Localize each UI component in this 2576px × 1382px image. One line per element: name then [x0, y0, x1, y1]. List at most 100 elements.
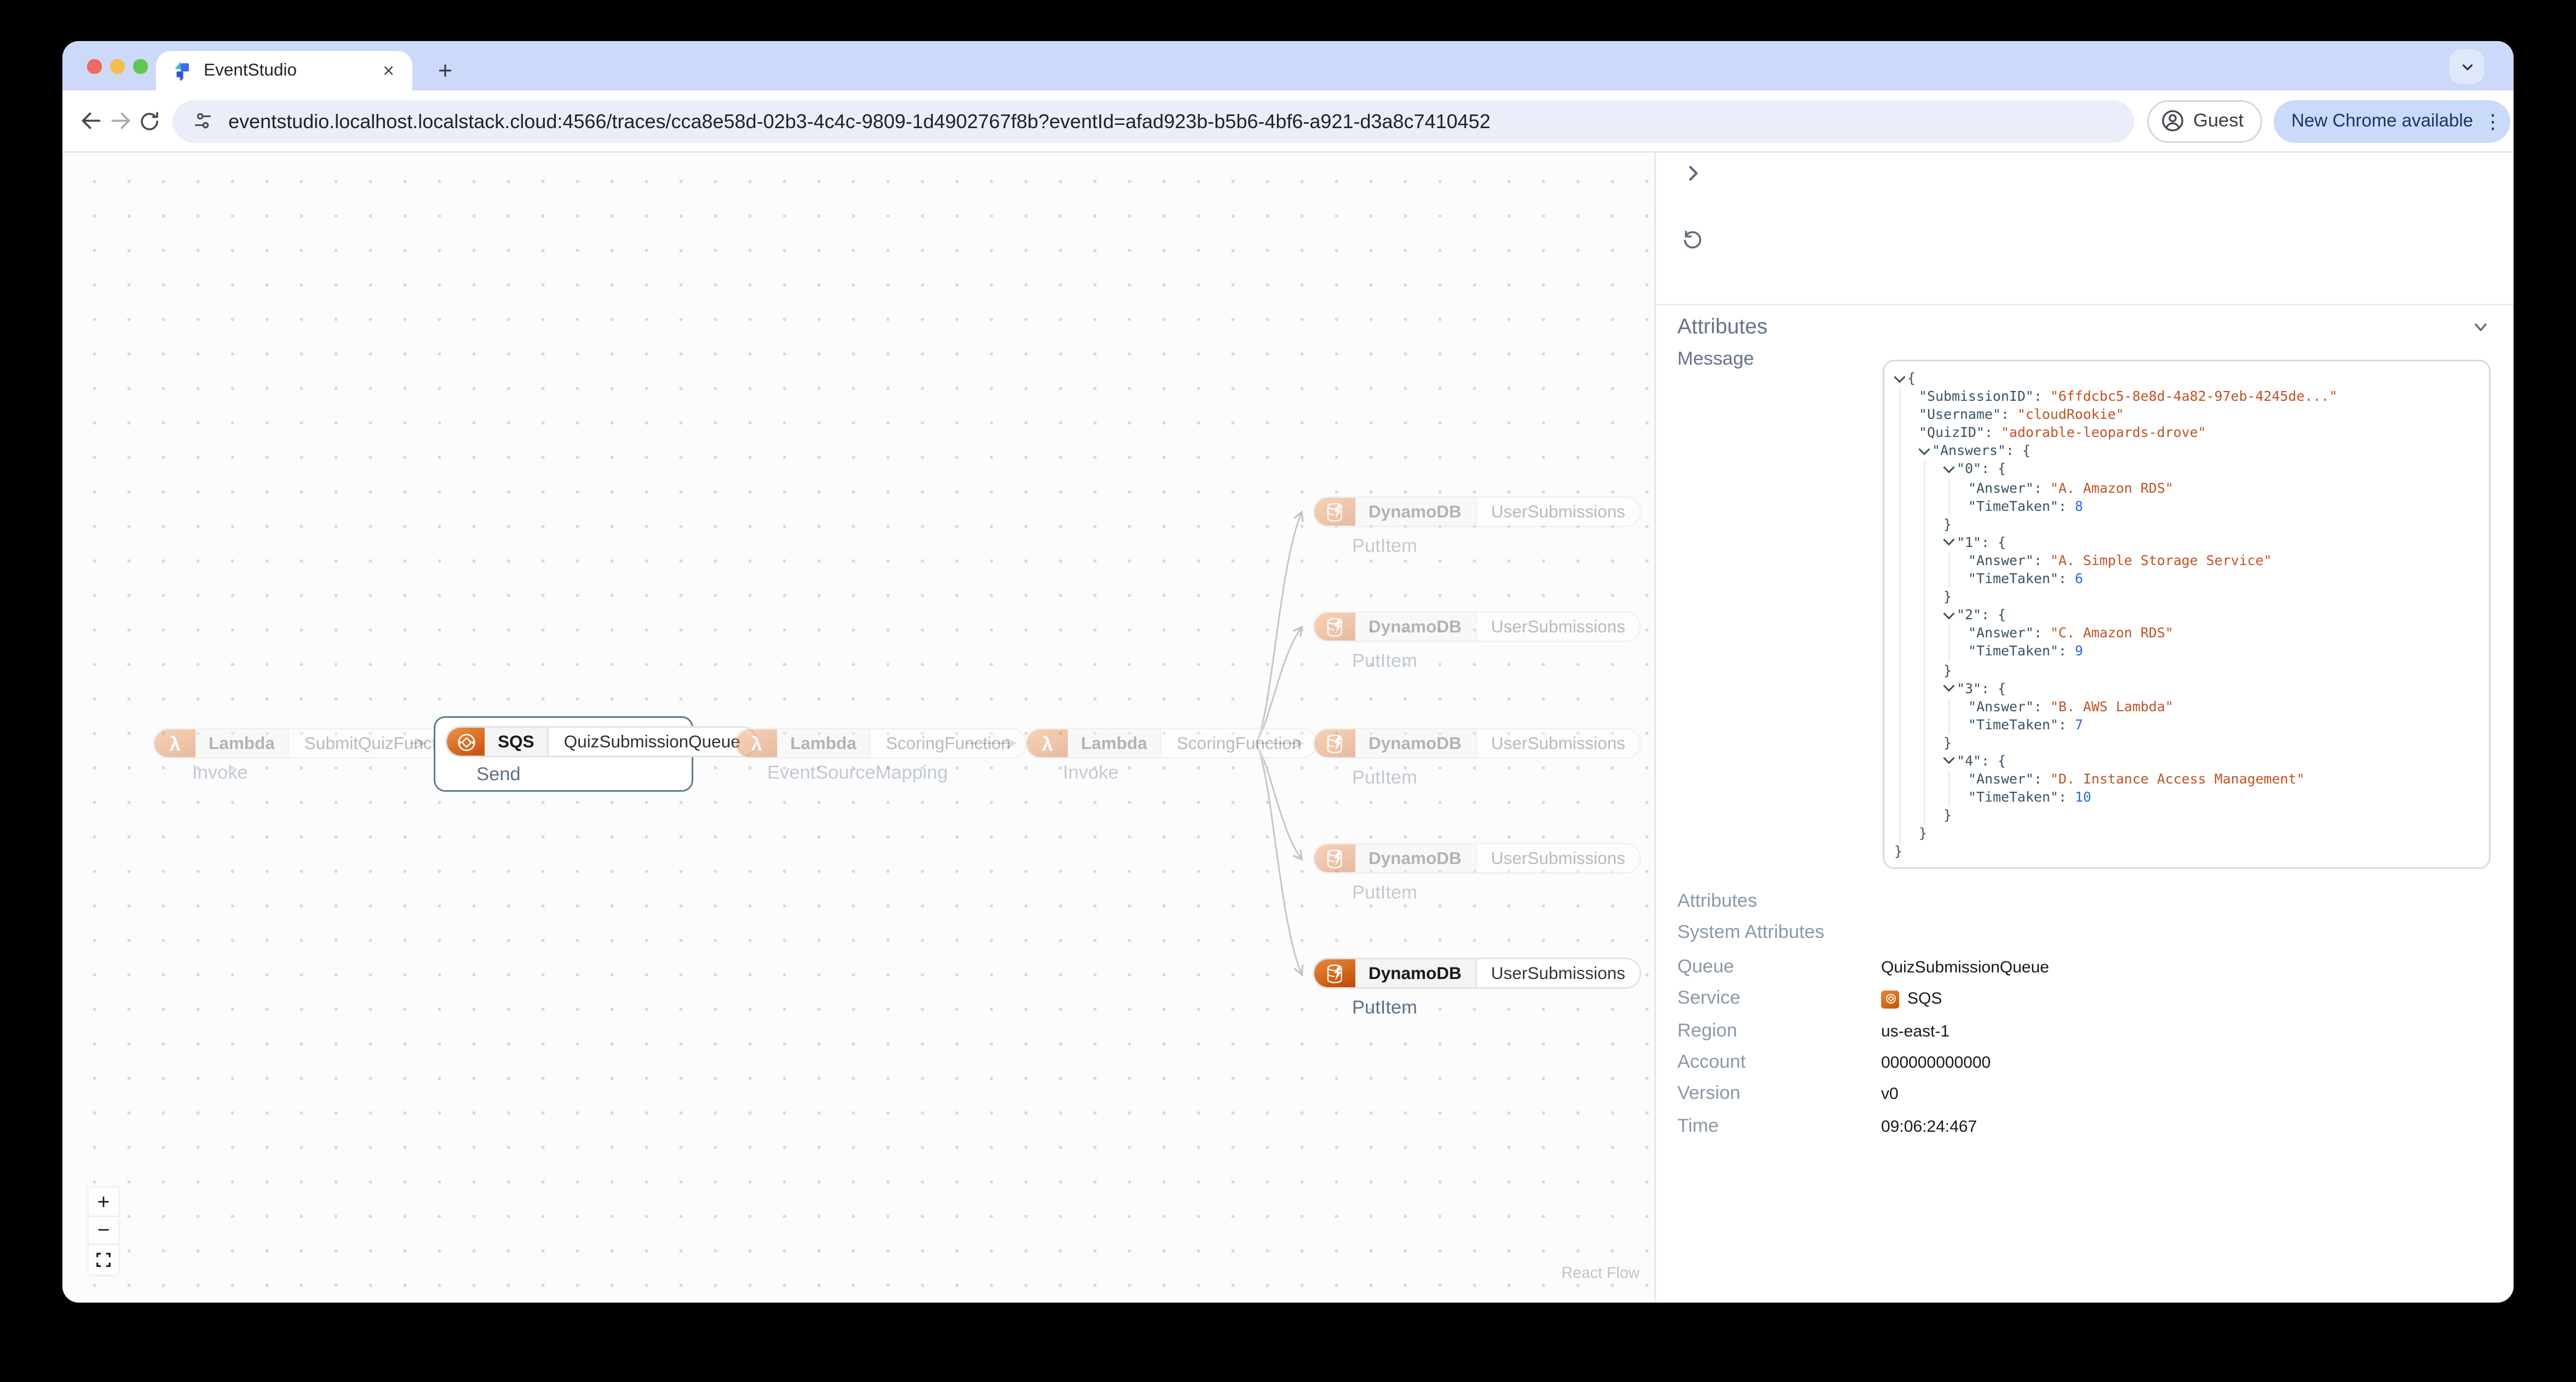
node-operation-label: PutItem — [1352, 768, 1417, 788]
main-content: λ Lambda SubmitQuizFunction Invoke SQS Q… — [62, 153, 2514, 1301]
flow-zoom-controls: + − — [89, 1188, 118, 1274]
chevron-right-icon — [1688, 165, 1697, 180]
collapse-chevron-icon[interactable] — [1944, 608, 1957, 620]
fit-view-button[interactable] — [89, 1245, 118, 1274]
node-pill: SQS QuizSubmissionQueue — [445, 726, 757, 757]
attr-row-version: Version v0 — [1677, 1084, 2497, 1104]
tab-strip: EventStudio × + — [62, 41, 2514, 90]
new-tab-button[interactable]: + — [427, 53, 463, 89]
node-pill: λ Lambda ScoringFunction — [734, 728, 1027, 759]
guest-label: Guest — [2193, 111, 2244, 131]
close-window-button[interactable] — [87, 59, 101, 73]
attr-row-region: Region us-east-1 — [1677, 1022, 2497, 1041]
node-dynamodb-usersubmissions-1[interactable]: DynamoDB UserSubmissions PutItem — [1313, 496, 1642, 556]
attr-value: v0 — [1881, 1085, 1899, 1104]
collapse-chevron-icon[interactable] — [1944, 535, 1957, 547]
dynamodb-icon — [1314, 613, 1355, 641]
browser-toolbar: eventstudio.localhost.localstack.cloud:4… — [62, 90, 2514, 153]
screenshot-stage: EventStudio × + eventstudio.localhost.lo… — [0, 0, 2576, 1382]
attr-label: Version — [1677, 1084, 1741, 1104]
node-service-label: DynamoDB — [1355, 844, 1476, 872]
collapse-panel-button[interactable] — [1677, 158, 1707, 187]
collapse-chevron-icon[interactable] — [1944, 462, 1957, 474]
node-name-label: ScoringFunction — [871, 729, 1026, 757]
node-name-label: UserSubmissions — [1476, 498, 1640, 526]
attr-label: Region — [1677, 1022, 1738, 1041]
node-operation-label: PutItem — [1352, 998, 1417, 1018]
node-name-label: UserSubmissions — [1476, 729, 1640, 757]
fullscreen-window-button[interactable] — [133, 59, 147, 73]
tab-close-icon[interactable]: × — [378, 59, 399, 82]
minimize-window-button[interactable] — [110, 59, 124, 73]
attributes-section-header[interactable]: Attributes — [1677, 314, 1768, 338]
attr-value: 09:06:24:467 — [1881, 1118, 1977, 1137]
attr-label: Queue — [1677, 958, 1734, 977]
node-lambda-scoringfunction-invoke[interactable]: λ Lambda ScoringFunction Invoke — [1025, 728, 1318, 784]
node-name-label: ScoringFunction — [1162, 729, 1316, 757]
back-arrow-icon — [82, 112, 101, 129]
guest-avatar-icon — [2162, 110, 2183, 131]
collapse-chevron-icon[interactable] — [1894, 371, 1907, 383]
node-service-label: DynamoDB — [1355, 729, 1476, 757]
message-label: Message — [1677, 350, 1755, 370]
dynamodb-icon — [1314, 959, 1355, 987]
back-button[interactable] — [79, 101, 104, 141]
zoom-out-button[interactable]: − — [89, 1216, 118, 1245]
node-operation-label: Invoke — [1063, 764, 1119, 784]
attr-row-queue: Queue QuizSubmissionQueue — [1677, 958, 2497, 977]
node-service-label: DynamoDB — [1355, 498, 1476, 526]
reload-button[interactable] — [138, 101, 161, 141]
node-service-label: Lambda — [777, 729, 871, 757]
attr-value: SQS — [1881, 990, 1942, 1009]
browser-menu-icon[interactable]: ⋮ — [2483, 111, 2503, 131]
message-json-viewer[interactable]: {"SubmissionID": "6ffdcbc5-8e8d-4a82-97e… — [1883, 360, 2491, 869]
attr-value: 000000000000 — [1881, 1054, 1991, 1073]
node-service-label: SQS — [485, 728, 549, 756]
attr-label: Time — [1677, 1117, 1719, 1137]
node-dynamodb-usersubmissions-5-highlighted[interactable]: DynamoDB UserSubmissions PutItem — [1313, 958, 1642, 1018]
reactflow-attribution[interactable]: React Flow — [1561, 1265, 1640, 1283]
attributes-panel: Attributes Message {"SubmissionID": "6ff… — [1656, 153, 2514, 1301]
eventstudio-favicon-icon — [173, 61, 192, 80]
tab-search-button[interactable] — [2450, 49, 2484, 84]
forward-button[interactable] — [108, 101, 133, 141]
node-dynamodb-usersubmissions-2[interactable]: DynamoDB UserSubmissions PutItem — [1313, 611, 1642, 671]
flow-canvas[interactable]: λ Lambda SubmitQuizFunction Invoke SQS Q… — [62, 153, 1656, 1301]
attributes-sublabel[interactable]: Attributes — [1677, 892, 1757, 912]
attr-value-text: SQS — [1907, 990, 1942, 1009]
chevron-down-icon — [2462, 64, 2472, 70]
system-attributes-sublabel[interactable]: System Attributes — [1677, 923, 1824, 943]
fit-view-icon — [96, 1252, 111, 1267]
url-bar[interactable]: eventstudio.localhost.localstack.cloud:4… — [173, 99, 2134, 142]
guest-profile-button[interactable]: Guest — [2147, 99, 2262, 142]
collapse-chevron-icon[interactable] — [1919, 444, 1932, 456]
site-settings-icon[interactable] — [192, 110, 214, 131]
node-dynamodb-usersubmissions-3[interactable]: DynamoDB UserSubmissions PutItem — [1313, 728, 1642, 788]
node-pill: λ Lambda ScoringFunction — [1025, 728, 1318, 759]
attr-row-service: Service SQS — [1677, 989, 2497, 1009]
tab-eventstudio[interactable]: EventStudio × — [156, 51, 412, 90]
attributes-collapse-button[interactable] — [2471, 317, 2491, 337]
zoom-in-button[interactable]: + — [89, 1188, 118, 1217]
node-lambda-submitquizfunction[interactable]: λ Lambda SubmitQuizFunction Invoke — [153, 728, 476, 784]
refresh-button[interactable] — [1677, 225, 1707, 255]
flow-edges — [410, 510, 1304, 976]
node-sqs-quizsubmissionqueue-selected[interactable]: SQS QuizSubmissionQueue Send — [434, 716, 757, 792]
node-service-label: Lambda — [1068, 729, 1162, 757]
collapse-chevron-icon[interactable] — [1944, 754, 1957, 765]
forward-arrow-icon — [111, 112, 130, 129]
node-lambda-scoringfunction-esm[interactable]: λ Lambda ScoringFunction EventSourceMapp… — [734, 728, 1027, 784]
node-service-label: DynamoDB — [1355, 959, 1476, 987]
reload-icon — [141, 111, 158, 130]
collapse-chevron-icon[interactable] — [1944, 681, 1957, 693]
lambda-icon: λ — [736, 729, 777, 757]
node-dynamodb-usersubmissions-4[interactable]: DynamoDB UserSubmissions PutItem — [1313, 843, 1642, 903]
url-text[interactable]: eventstudio.localhost.localstack.cloud:4… — [228, 110, 1491, 133]
dynamodb-icon — [1314, 498, 1355, 526]
chrome-update-button[interactable]: New Chrome available ⋮ — [2273, 99, 2511, 142]
node-operation-label: PutItem — [1352, 536, 1417, 556]
attr-value: us-east-1 — [1881, 1023, 1950, 1041]
node-pill: λ Lambda SubmitQuizFunction — [153, 728, 476, 759]
rotate-ccw-icon — [1684, 231, 1701, 249]
sqs-icon — [447, 728, 485, 756]
